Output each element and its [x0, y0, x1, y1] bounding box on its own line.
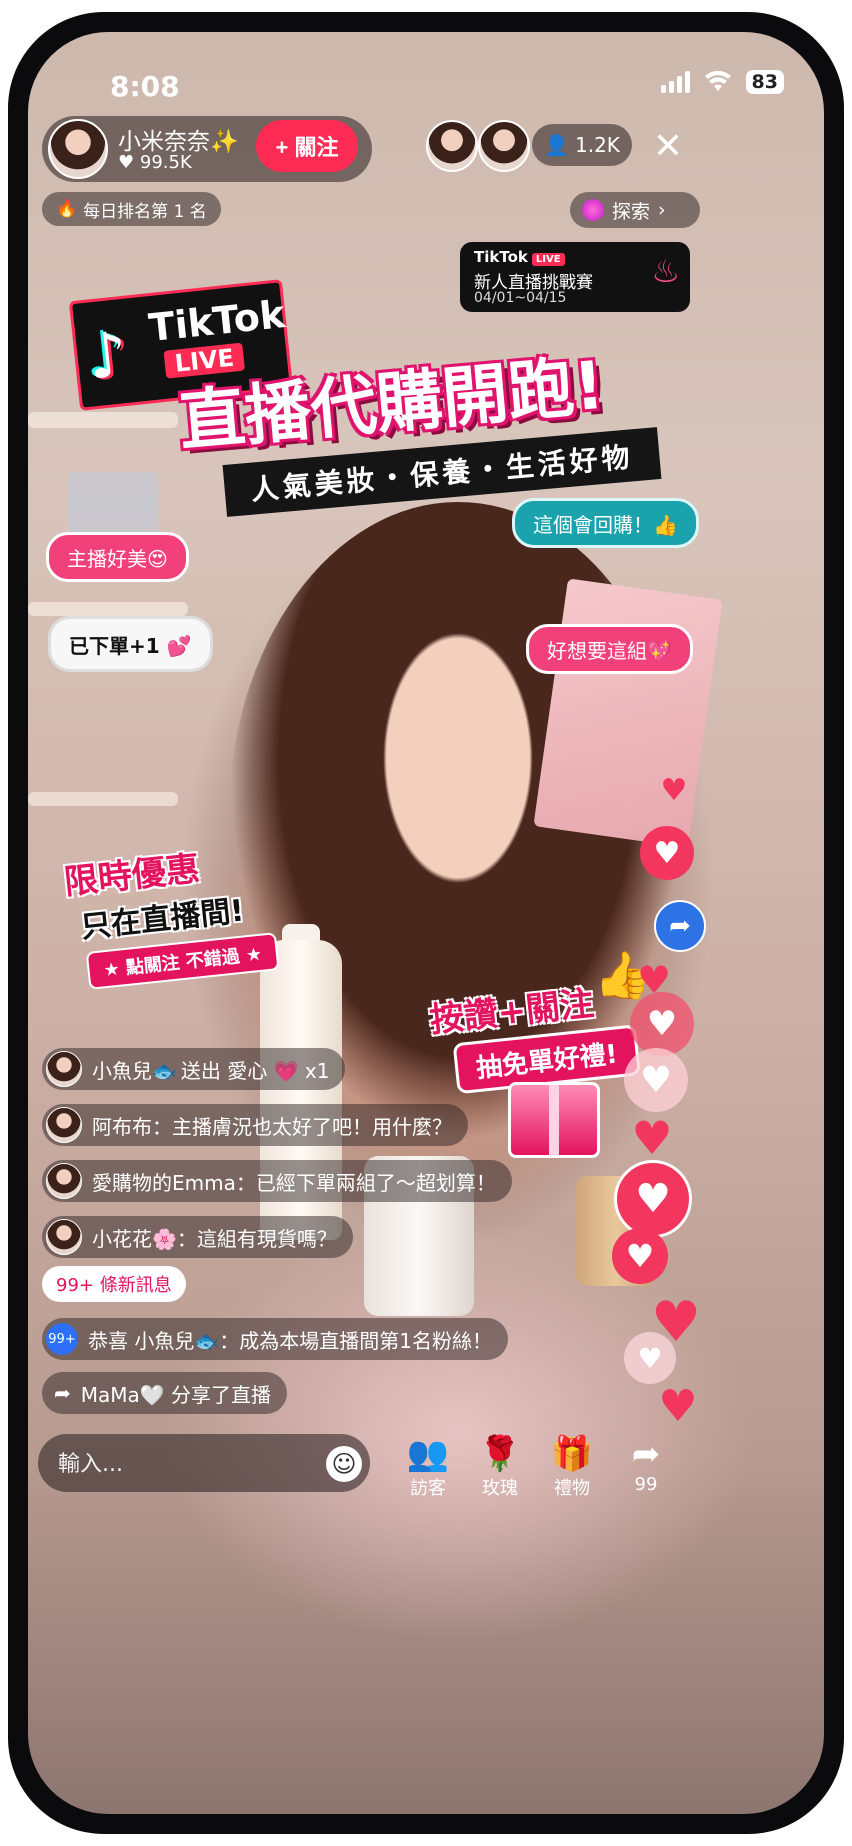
challenge-brand-text: TikTok [474, 248, 528, 266]
fan-rank-badge: 99+ [46, 1323, 78, 1355]
chat-avatar[interactable] [46, 1219, 82, 1255]
close-icon: ✕ [652, 125, 684, 167]
gift-label: 禮物 [554, 1478, 590, 1499]
close-button[interactable]: ✕ [646, 124, 690, 168]
system-message: 99+ 恭喜 小魚兒🐟：成為本場直播間第1名粉絲！ [42, 1318, 508, 1360]
emoji-button[interactable]: ☺ [326, 1446, 362, 1482]
chat-username: 小魚兒🐟 [92, 1058, 177, 1083]
signal-icon [660, 71, 690, 93]
gift-box-icon [508, 1082, 600, 1158]
chat-avatar[interactable] [46, 1163, 82, 1199]
chevron-right-icon: › [658, 199, 666, 221]
shelf [28, 412, 178, 428]
chat-text: 已經下單兩組了～超划算！ [255, 1170, 496, 1195]
viewer-count[interactable]: 👤 1.2K [532, 124, 632, 166]
shelf [28, 792, 178, 806]
rose-button[interactable]: 🌹 玫瑰 [468, 1434, 532, 1500]
challenge-dates: 04/01~04/15 [474, 290, 567, 306]
share-notice-text: MaMa🤍 分享了直播 [80, 1382, 272, 1407]
visitors-label: 訪客 [410, 1478, 446, 1499]
share-arrow-icon: ➦ [669, 911, 691, 941]
comment-input-bar[interactable]: ☺ [38, 1434, 370, 1494]
floating-comment: 已下單+1 💕 [48, 616, 213, 672]
product-bag [533, 578, 723, 848]
follow-button[interactable]: + 關注 [256, 120, 358, 172]
like-follow-promo: 按讚+關注 抽免單好禮! [427, 972, 641, 1097]
floating-comment: 主播好美😍 [46, 532, 189, 582]
viewer-count-value: 1.2K [574, 133, 620, 157]
explore-button[interactable]: 探索 › [570, 192, 700, 228]
explore-dot-icon [582, 199, 604, 221]
challenge-live-tag: LIVE [531, 253, 565, 266]
viewer-avatar[interactable] [478, 120, 530, 172]
share-count: 99 [634, 1474, 658, 1495]
status-time: 8:08 [110, 70, 180, 103]
share-icon: ➦ [631, 1434, 661, 1474]
explore-label: 探索 [612, 200, 651, 223]
heart-icon: ♥ [631, 1111, 673, 1165]
heart-icon: ♥ [614, 1160, 692, 1238]
challenge-banner[interactable]: TikTok LIVE 新人直播挑戰賽 04/01~04/15 ♨ [460, 242, 690, 312]
heart-icon: ♥ [640, 826, 694, 880]
shelf [28, 602, 188, 616]
host-name: 小米奈奈✨ [118, 129, 239, 155]
gift-button[interactable]: 🎁 禮物 [540, 1434, 604, 1500]
host-likes-value: 99.5K [139, 152, 192, 173]
chat-avatar[interactable] [46, 1051, 82, 1087]
comment-input[interactable] [56, 1434, 310, 1494]
challenge-brand: TikTok LIVE [474, 248, 565, 266]
tiktok-note-icon: ♪ [83, 316, 131, 394]
heart-icon: ♥ [612, 1228, 668, 1284]
visitors-button[interactable]: 👥 訪客 [396, 1434, 460, 1500]
viewer-avatar[interactable] [426, 120, 478, 172]
logo-word: TikTok [146, 292, 288, 351]
heart-icon: ♥ [660, 772, 688, 808]
chat-message[interactable]: 小花花🌸： 這組有現貨嗎？ [42, 1216, 353, 1258]
heart-icon: ♥ [624, 1048, 688, 1112]
rose-icon: 🌹 [478, 1434, 522, 1474]
status-icons: 83 [660, 70, 784, 94]
rank-label: 每日排名第 1 名 [83, 201, 207, 222]
chat-text: 主播膚況也太好了吧！用什麼？ [172, 1114, 452, 1139]
heart-icon: ♥ [624, 1332, 676, 1384]
smile-icon: ☺ [331, 1450, 357, 1478]
heart-icon: ♥ [630, 992, 694, 1056]
gift-icon: 🎁 [550, 1434, 594, 1474]
floating-comment: 好想要這組💖 [526, 624, 693, 674]
share-fab[interactable]: ➦ [654, 900, 706, 952]
chat-username: 愛購物的Emma： [92, 1170, 256, 1195]
chat-text: 送出 愛心 💗 x1 [180, 1058, 330, 1083]
live-stream-screen: 8:08 83 小米奈奈✨ ♥ 99.5K + 關注 👤 1.2K ✕ 🔥 每日… [28, 32, 824, 1814]
wifi-icon [704, 71, 731, 91]
battery-icon: 83 [745, 70, 784, 94]
fire-icon: 🔥 [56, 199, 78, 219]
heart-icon: ♥ [658, 1380, 698, 1432]
host-avatar[interactable] [48, 119, 108, 179]
chat-message[interactable]: 小魚兒🐟 送出 愛心 💗 x1 [42, 1048, 346, 1090]
person-icon: 👤 [544, 133, 569, 157]
share-notice: ➦ MaMa🤍 分享了直播 [42, 1372, 288, 1414]
new-messages-button[interactable]: 99+ 條新訊息 [42, 1266, 186, 1302]
chat-message[interactable]: 阿布布： 主播膚況也太好了吧！用什麼？ [42, 1104, 468, 1146]
heart-icon: ♥ [118, 152, 135, 173]
system-message-text: 恭喜 小魚兒🐟：成為本場直播間第1名粉絲！ [88, 1328, 492, 1353]
flame-icon: ♨ [651, 252, 680, 290]
visitors-icon: 👥 [406, 1434, 450, 1474]
chat-avatar[interactable] [46, 1107, 82, 1143]
rose-label: 玫瑰 [482, 1478, 518, 1499]
host-likes: ♥ 99.5K [118, 152, 192, 173]
chat-text: 這組有現貨嗎？ [196, 1226, 337, 1251]
chat-username: 小花花🌸： [92, 1226, 197, 1251]
share-icon: ➦ [54, 1381, 71, 1405]
chat-message[interactable]: 愛購物的Emma： 已經下單兩組了～超划算！ [42, 1160, 512, 1202]
floating-comment: 這個會回購！👍 [512, 498, 699, 548]
rank-badge[interactable]: 🔥 每日排名第 1 名 [42, 192, 221, 226]
share-button[interactable]: ➦ 99 [614, 1434, 678, 1495]
limited-offer-promo: 限時優惠 只在直播間! ★ 點關注 不錯過 ★ [61, 834, 280, 992]
chat-username: 阿布布： [92, 1114, 172, 1139]
phone-frame: 8:08 83 小米奈奈✨ ♥ 99.5K + 關注 👤 1.2K ✕ 🔥 每日… [8, 12, 844, 1834]
